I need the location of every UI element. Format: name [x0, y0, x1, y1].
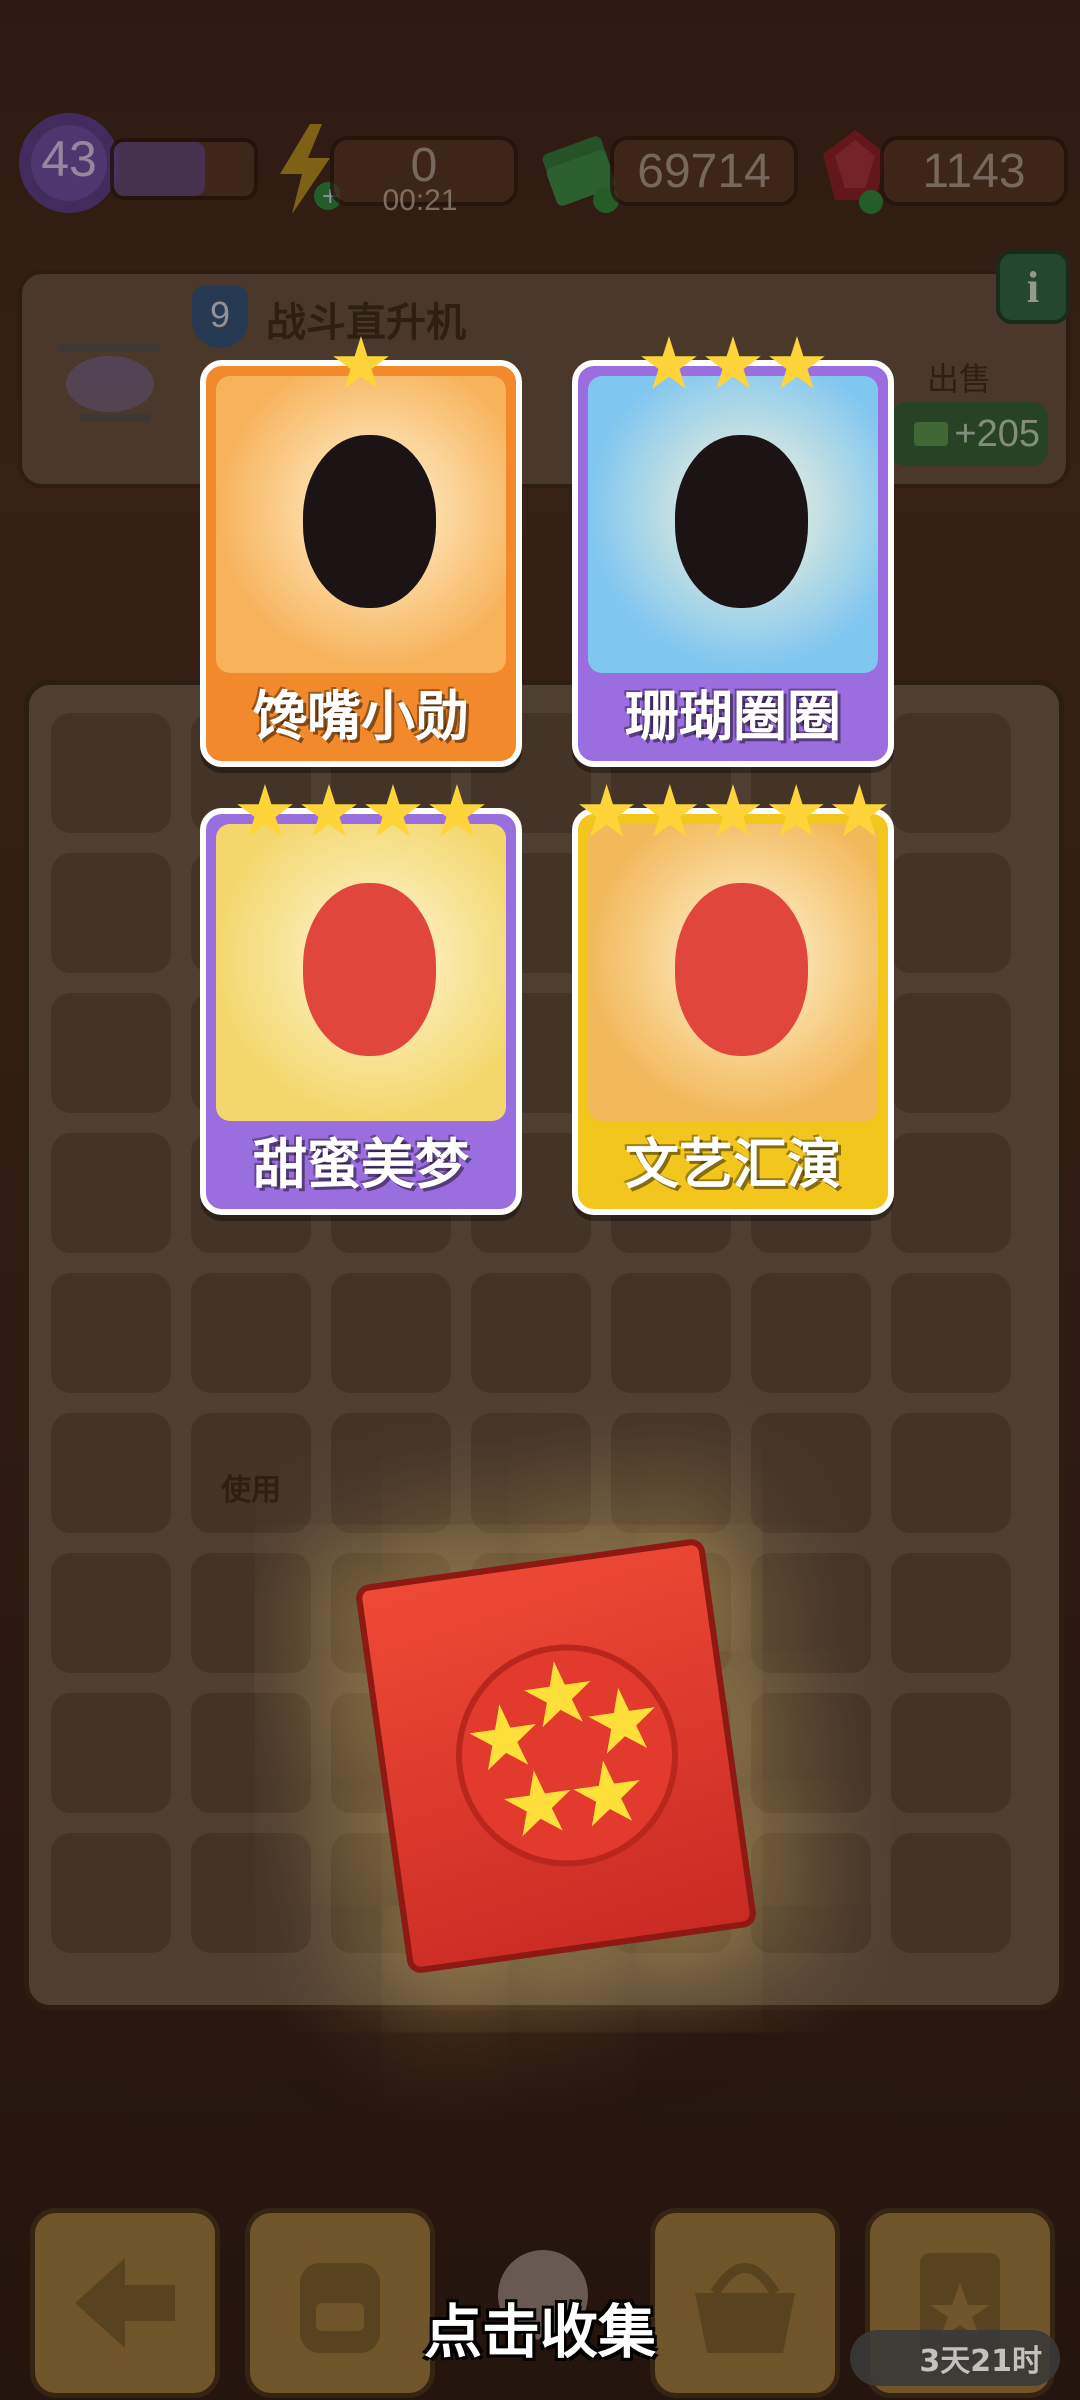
star-icon: [642, 784, 698, 837]
star-icon: [705, 784, 761, 837]
star-icon: [641, 336, 697, 389]
star-icon: [333, 336, 389, 389]
pack-star-icon: [499, 1765, 578, 1844]
pack-emblem: [441, 1630, 693, 1881]
character-illustration: [675, 883, 809, 1056]
pack-star-icon: [465, 1700, 544, 1779]
character-illustration: [303, 883, 437, 1056]
pack-star-icon: [568, 1756, 647, 1835]
reward-card[interactable]: 甜蜜美梦: [200, 784, 522, 1215]
card-name: 甜蜜美梦: [216, 1121, 506, 1197]
card-stars: [206, 336, 516, 394]
card-stars: [206, 784, 516, 842]
modal-overlay[interactable]: [0, 0, 1080, 2400]
pack-stars: [448, 1637, 656, 1666]
card-stars: [578, 784, 888, 842]
star-icon: [769, 336, 825, 389]
star-icon: [429, 784, 485, 837]
card-artwork: [588, 376, 878, 673]
star-icon: [579, 784, 635, 837]
card-artwork: [216, 376, 506, 673]
character-illustration: [675, 435, 809, 608]
card-artwork: [216, 824, 506, 1121]
card-name: 文艺汇演: [588, 1121, 878, 1197]
card-stars: [578, 336, 888, 394]
star-icon: [831, 784, 887, 837]
star-icon: [705, 336, 761, 389]
pack-star-icon: [583, 1683, 662, 1762]
card-name: 珊瑚圈圈: [588, 673, 878, 749]
reward-card[interactable]: 馋嘴小勋: [200, 336, 522, 767]
star-icon: [301, 784, 357, 837]
star-icon: [237, 784, 293, 837]
card-pack[interactable]: [354, 1537, 758, 1975]
character-illustration: [303, 435, 437, 608]
reward-card[interactable]: 文艺汇演: [572, 784, 894, 1215]
star-icon: [768, 784, 824, 837]
card-name: 馋嘴小勋: [216, 673, 506, 749]
reward-card[interactable]: 珊瑚圈圈: [572, 336, 894, 767]
pack-star-icon: [519, 1657, 598, 1736]
tap-to-collect-prompt: 点击收集: [423, 2298, 656, 2366]
card-artwork: [588, 824, 878, 1121]
star-icon: [365, 784, 421, 837]
